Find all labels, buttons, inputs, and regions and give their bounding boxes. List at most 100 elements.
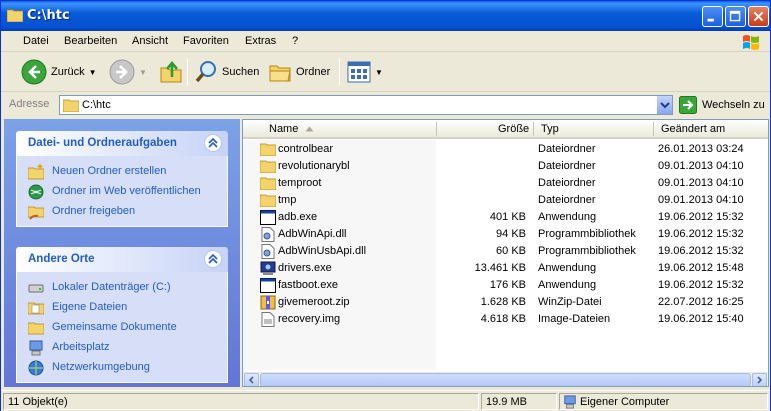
place-label: Lokaler Datenträger (C:) bbox=[52, 281, 171, 293]
file-row[interactable]: recovery.img 4.618 KB Image-Dateien 19.06.2… bbox=[243, 311, 768, 328]
close-button[interactable] bbox=[748, 6, 769, 27]
column-modified[interactable]: Geändert am bbox=[661, 123, 725, 135]
file-type: WinZip-Datei bbox=[538, 296, 602, 308]
place-network[interactable]: Netzwerkumgebung bbox=[17, 358, 227, 378]
status-count: 11 Objekt(e) bbox=[3, 393, 479, 410]
address-input[interactable]: C:\htc bbox=[59, 95, 673, 115]
chevron-down-icon bbox=[660, 102, 670, 109]
maximize-button[interactable] bbox=[725, 6, 746, 27]
column-header: Name Größe Typ Geändert am bbox=[243, 120, 768, 139]
file-row[interactable]: AdbWinApi.dll 94 KB Programmbibliothek 19.0… bbox=[243, 226, 768, 243]
file-modified: 19.06.2012 15:40 bbox=[658, 313, 744, 325]
file-list[interactable]: Name Größe Typ Geändert am controlbear Da… bbox=[242, 119, 769, 387]
title-bar[interactable]: C:\htc bbox=[1, 1, 770, 31]
place-local-disk[interactable]: Lokaler Datenträger (C:) bbox=[17, 278, 227, 298]
file-modified: 19.06.2012 15:32 bbox=[658, 245, 744, 257]
sort-ascending-icon bbox=[305, 126, 314, 132]
views-dropdown-icon[interactable]: ▼ bbox=[375, 68, 383, 77]
address-dropdown-button[interactable] bbox=[656, 96, 672, 114]
windows-logo-icon bbox=[743, 35, 759, 50]
chevron-right-icon bbox=[757, 376, 763, 384]
forward-dropdown-icon[interactable]: ▼ bbox=[139, 68, 147, 77]
other-places-header[interactable]: Andere Orte bbox=[16, 247, 228, 272]
file-row[interactable]: AdbWinUsbApi.dll 60 KB Programmbibliothek 1… bbox=[243, 243, 768, 260]
back-button[interactable]: Zurück ▼ bbox=[21, 57, 97, 87]
file-modified: 26.01.2013 03:24 bbox=[658, 143, 744, 155]
place-my-documents[interactable]: Eigene Dateien bbox=[17, 298, 227, 318]
minimize-icon bbox=[707, 18, 714, 22]
task-label: Neuen Ordner erstellen bbox=[52, 165, 167, 177]
menu-ansicht[interactable]: Ansicht bbox=[132, 35, 168, 47]
menu-bar: Datei Bearbeiten Ansicht Favoriten Extra… bbox=[1, 31, 770, 52]
file-type: Dateiordner bbox=[538, 160, 596, 172]
column-name[interactable]: Name bbox=[269, 123, 298, 135]
collapse-button[interactable] bbox=[204, 250, 222, 268]
address-label: Adresse bbox=[9, 98, 50, 110]
file-modified: 09.01.2013 04:10 bbox=[658, 177, 744, 189]
file-row[interactable]: temproot Dateiordner 09.01.2013 04:10 bbox=[243, 175, 768, 193]
place-shared-documents[interactable]: Gemeinsame Dokumente bbox=[17, 318, 227, 338]
file-modified: 22.07.2012 16:25 bbox=[658, 296, 744, 308]
file-size: 401 KB bbox=[489, 211, 526, 223]
folders-button[interactable]: Ordner bbox=[268, 57, 330, 87]
scroll-left-button[interactable] bbox=[244, 373, 259, 386]
file-modified: 09.01.2013 04:10 bbox=[658, 194, 744, 206]
minimize-button[interactable] bbox=[702, 6, 723, 27]
my-computer-icon bbox=[564, 395, 576, 409]
web-publish-icon bbox=[28, 184, 44, 200]
search-button[interactable]: Suchen bbox=[194, 57, 259, 87]
menu-bearbeiten[interactable]: Bearbeiten bbox=[64, 35, 117, 47]
file-tasks-group: Datei- und Ordneraufgaben Neuen Ordner e… bbox=[16, 131, 228, 227]
place-my-computer[interactable]: Arbeitsplatz bbox=[17, 338, 227, 358]
file-name: AdbWinUsbApi.dll bbox=[278, 245, 367, 257]
collapse-button[interactable] bbox=[204, 134, 222, 152]
menu-help[interactable]: ? bbox=[292, 35, 298, 47]
horizontal-scrollbar[interactable] bbox=[243, 372, 768, 386]
up-folder-icon bbox=[160, 60, 182, 83]
task-publish-web[interactable]: Ordner im Web veröffentlichen bbox=[17, 182, 227, 202]
back-dropdown-icon[interactable]: ▼ bbox=[89, 68, 97, 77]
column-type[interactable]: Typ bbox=[541, 123, 559, 135]
task-share-folder[interactable]: Ordner freigeben bbox=[17, 202, 227, 222]
file-type: Dateiordner bbox=[538, 177, 596, 189]
task-pane: Datei- und Ordneraufgaben Neuen Ordner e… bbox=[4, 119, 240, 387]
close-icon bbox=[753, 11, 764, 22]
toolbar: Zurück ▼ ▼ Suchen Ordner ▼ bbox=[1, 53, 770, 92]
go-button[interactable]: Wechseln zu bbox=[679, 95, 765, 115]
status-bar: 11 Objekt(e) 19.9 MB Eigener Computer bbox=[1, 390, 770, 411]
file-modified: 19.06.2012 15:32 bbox=[658, 211, 744, 223]
file-row[interactable]: adb.exe 401 KB Anwendung 19.06.2012 15:32 bbox=[243, 209, 768, 226]
scroll-right-button[interactable] bbox=[752, 373, 767, 386]
forward-button[interactable]: ▼ bbox=[109, 57, 147, 87]
my-documents-icon bbox=[28, 302, 44, 315]
menu-datei[interactable]: Datei bbox=[23, 35, 49, 47]
column-size[interactable]: Größe bbox=[498, 123, 529, 135]
file-row[interactable]: controlbear Dateiordner 26.01.2013 03:24 bbox=[243, 141, 768, 158]
drive-icon bbox=[28, 284, 44, 293]
menu-extras[interactable]: Extras bbox=[245, 35, 276, 47]
scroll-thumb[interactable] bbox=[260, 373, 751, 386]
chevron-up-icon bbox=[208, 253, 218, 264]
place-label: Netzwerkumgebung bbox=[52, 361, 150, 373]
file-name: tmp bbox=[278, 194, 297, 206]
network-icon bbox=[28, 360, 44, 376]
task-new-folder[interactable]: Neuen Ordner erstellen bbox=[17, 162, 227, 182]
up-folder-button[interactable] bbox=[159, 57, 183, 87]
file-name: temproot bbox=[278, 177, 322, 189]
views-button[interactable]: ▼ bbox=[347, 57, 383, 87]
file-row[interactable]: fastboot.exe 176 KB Anwendung 19.06.2012 15… bbox=[243, 277, 768, 294]
file-type: Dateiordner bbox=[538, 194, 596, 206]
file-row[interactable]: tmp Dateiordner 09.01.2013 04:10 bbox=[243, 192, 768, 209]
folders-label: Ordner bbox=[296, 66, 331, 78]
other-places-title: Andere Orte bbox=[28, 253, 95, 265]
window-title: C:\htc bbox=[27, 8, 70, 23]
file-tasks-header[interactable]: Datei- und Ordneraufgaben bbox=[16, 131, 228, 156]
my-computer-icon bbox=[29, 340, 43, 356]
file-row[interactable]: revolutionarybl Dateiordner 09.01.2013 04:… bbox=[243, 158, 768, 175]
file-type: Anwendung bbox=[538, 279, 597, 291]
folder-icon bbox=[259, 176, 277, 193]
file-name: AdbWinApi.dll bbox=[278, 228, 347, 240]
file-row[interactable]: givemeroot.zip 1.628 KB WinZip-Datei 22.07.… bbox=[243, 294, 768, 311]
menu-favoriten[interactable]: Favoriten bbox=[183, 35, 229, 47]
file-row[interactable]: drivers.exe 13.461 KB Anwendung 19.06.2012 … bbox=[243, 260, 768, 277]
